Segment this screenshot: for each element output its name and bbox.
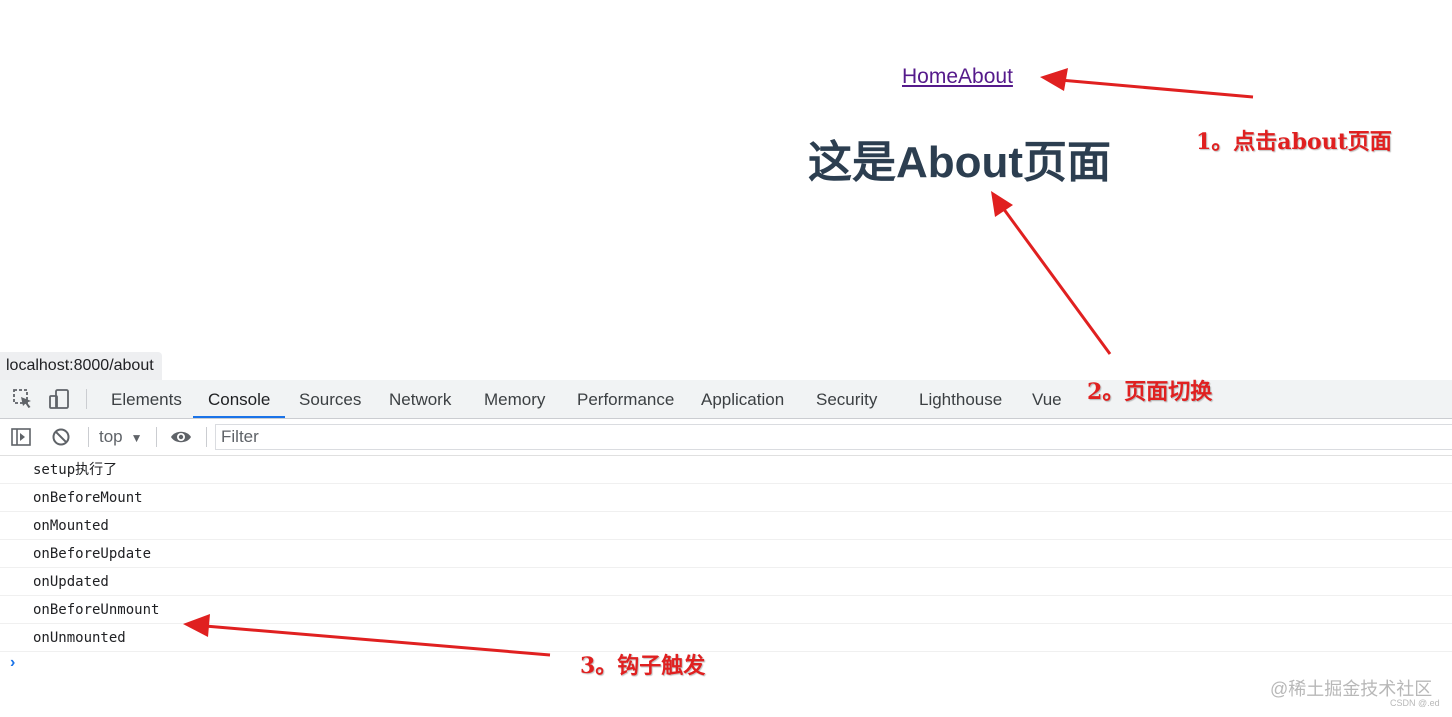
- clear-console-icon[interactable]: [50, 426, 72, 448]
- tab-lighthouse[interactable]: Lighthouse: [919, 380, 1002, 418]
- console-prompt-chevron-icon[interactable]: ›: [10, 654, 15, 672]
- console-message: onMounted: [0, 512, 1452, 540]
- tab-application[interactable]: Application: [701, 380, 784, 418]
- tab-vue[interactable]: Vue: [1032, 380, 1062, 418]
- console-messages: setup执行了 onBeforeMount onMounted onBefor…: [0, 456, 1452, 652]
- status-bar-url: localhost:8000/about: [0, 352, 162, 380]
- toolbar-divider: [86, 389, 87, 409]
- live-expression-eye-icon[interactable]: [169, 426, 191, 448]
- device-toolbar-icon[interactable]: [48, 388, 70, 410]
- toolbar-divider: [206, 427, 207, 447]
- context-select[interactable]: top ▼: [99, 419, 143, 455]
- watermark-small: CSDN @.ed: [1390, 698, 1440, 708]
- tab-console[interactable]: Console: [193, 380, 286, 418]
- annotation-step-3: 3。钩子触发: [580, 653, 706, 679]
- devtools-tab-bar: Elements Console Sources Network Memory …: [0, 380, 1452, 419]
- nav-link-about[interactable]: About: [958, 65, 1013, 88]
- toolbar-divider: [88, 427, 89, 447]
- tab-sources[interactable]: Sources: [299, 380, 361, 418]
- console-message: onUpdated: [0, 568, 1452, 596]
- console-message: onBeforeUnmount: [0, 596, 1452, 624]
- tab-elements[interactable]: Elements: [111, 380, 182, 418]
- annotation-step-1: 1。点击about页面: [1196, 129, 1392, 155]
- tab-memory[interactable]: Memory: [484, 380, 545, 418]
- console-filter-input[interactable]: [215, 424, 1452, 450]
- toolbar-divider: [156, 427, 157, 447]
- tab-network[interactable]: Network: [389, 380, 451, 418]
- console-message: onUnmounted: [0, 624, 1452, 652]
- annotation-step-2: 2。页面切换: [1087, 379, 1213, 405]
- tab-performance[interactable]: Performance: [577, 380, 674, 418]
- console-message: onBeforeMount: [0, 484, 1452, 512]
- console-toolbar: top ▼: [0, 419, 1452, 456]
- show-sidebar-icon[interactable]: [10, 426, 32, 448]
- console-message: setup执行了: [0, 456, 1452, 484]
- inspect-element-icon[interactable]: [12, 388, 34, 410]
- caret-down-icon: ▼: [130, 431, 143, 445]
- devtools-panel: Elements Console Sources Network Memory …: [0, 380, 1452, 717]
- web-page-viewport: HomeAbout 这是About页面 localhost:8000/about: [0, 0, 1452, 380]
- router-nav: HomeAbout: [902, 65, 1013, 89]
- tab-security[interactable]: Security: [816, 380, 877, 418]
- context-value: top: [99, 427, 123, 446]
- page-title: 这是About页面: [808, 138, 1112, 187]
- nav-link-home[interactable]: Home: [902, 65, 958, 88]
- console-message: onBeforeUpdate: [0, 540, 1452, 568]
